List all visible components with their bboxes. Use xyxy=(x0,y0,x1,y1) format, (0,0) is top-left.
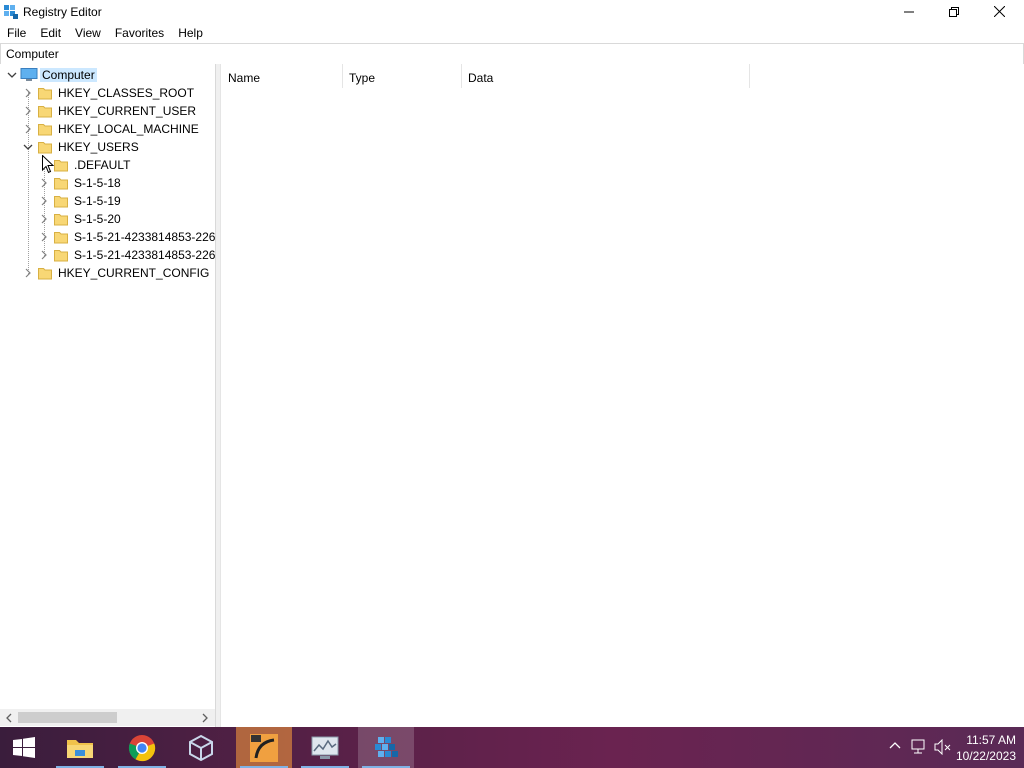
column-header-label: Type xyxy=(349,71,376,85)
menu-bar: File Edit View Favorites Help xyxy=(0,23,1024,43)
tree-item-label: S-1-5-20 xyxy=(74,212,121,226)
window-title: Registry Editor xyxy=(23,5,102,19)
chevron-up-icon[interactable] xyxy=(888,739,902,753)
chrome-icon xyxy=(128,734,156,761)
tree-item-s-1-5-21-b[interactable]: S-1-5-21-4233814853-2264 xyxy=(0,246,215,264)
restore-icon xyxy=(949,6,959,17)
scroll-thumb[interactable] xyxy=(18,712,117,723)
menu-favorites[interactable]: Favorites xyxy=(108,23,171,43)
chevron-right-icon[interactable] xyxy=(22,267,34,279)
restore-button[interactable] xyxy=(931,0,977,23)
tree-pane[interactable]: Computer HKEY_CLASSES_ROOT HKEY_CURRENT_… xyxy=(0,64,216,727)
taskbar-app64[interactable] xyxy=(236,727,292,768)
column-header-type[interactable]: Type xyxy=(342,64,462,88)
column-header-data[interactable]: Data xyxy=(461,64,750,88)
address-text: Computer xyxy=(6,47,59,61)
column-header-name[interactable]: Name xyxy=(221,64,343,88)
values-list-pane[interactable]: Name Type Data xyxy=(220,64,1024,727)
column-header-label: Data xyxy=(468,71,494,85)
tree-item-label: HKEY_USERS xyxy=(58,140,139,154)
tree-item-label: HKEY_CURRENT_CONFIG xyxy=(58,266,210,280)
folder-icon xyxy=(38,88,52,100)
column-header-label: Name xyxy=(228,71,261,85)
address-bar[interactable]: Computer xyxy=(0,43,1024,65)
folder-icon xyxy=(54,178,68,190)
file-explorer-icon xyxy=(67,739,93,758)
start-button[interactable] xyxy=(0,727,48,768)
tree-item-default[interactable]: .DEFAULT xyxy=(0,156,215,174)
chevron-right-icon[interactable] xyxy=(38,177,50,189)
folder-icon xyxy=(54,214,68,226)
tree-item-hkey-local-machine[interactable]: HKEY_LOCAL_MACHINE xyxy=(0,120,215,138)
chevron-right-icon[interactable] xyxy=(22,123,34,135)
folder-icon xyxy=(38,124,52,136)
close-button[interactable] xyxy=(976,0,1022,23)
folder-icon xyxy=(54,232,68,244)
minimize-icon xyxy=(904,11,914,12)
tree-horizontal-scrollbar[interactable] xyxy=(0,709,215,726)
volume-muted-icon[interactable] xyxy=(934,739,952,755)
app64-icon xyxy=(250,733,278,762)
tree-item-s-1-5-18[interactable]: S-1-5-18 xyxy=(0,174,215,192)
start-icon xyxy=(13,736,35,758)
menu-help[interactable]: Help xyxy=(171,23,210,43)
folder-icon xyxy=(54,196,68,208)
tree-item-hkey-current-user[interactable]: HKEY_CURRENT_USER xyxy=(0,102,215,120)
registry-icon xyxy=(4,5,18,19)
taskbar: 11:57 AM 10/22/2023 xyxy=(0,727,1024,768)
chevron-right-icon[interactable] xyxy=(38,195,50,207)
system-clock[interactable]: 11:57 AM 10/22/2023 xyxy=(956,732,1016,764)
chevron-right-icon[interactable] xyxy=(38,249,50,261)
tree-item-hkey-users[interactable]: HKEY_USERS xyxy=(0,138,215,156)
folder-icon xyxy=(38,142,52,154)
tree-item-hkey-classes-root[interactable]: HKEY_CLASSES_ROOT xyxy=(0,84,215,102)
network-icon[interactable] xyxy=(910,739,928,755)
menu-file[interactable]: File xyxy=(0,23,33,43)
clock-date: 10/22/2023 xyxy=(955,749,1016,763)
folder-icon xyxy=(54,250,68,262)
scroll-right-icon[interactable] xyxy=(199,712,211,724)
chevron-right-icon[interactable] xyxy=(38,231,50,243)
tree-item-label: S-1-5-21-4233814853-2264 xyxy=(74,230,216,244)
taskbar-monitor-app[interactable] xyxy=(297,727,353,768)
computer-icon xyxy=(20,68,38,81)
virtualbox-icon xyxy=(189,734,213,761)
tree-item-s-1-5-21-a[interactable]: S-1-5-21-4233814853-2264 xyxy=(0,228,215,246)
taskbar-virtualbox[interactable] xyxy=(173,727,229,768)
tree-item-s-1-5-20[interactable]: S-1-5-20 xyxy=(0,210,215,228)
folder-icon xyxy=(38,268,52,280)
title-bar: Registry Editor xyxy=(0,0,1024,23)
chevron-right-icon[interactable] xyxy=(22,105,34,117)
chevron-down-icon[interactable] xyxy=(6,69,18,81)
clock-time: 11:57 AM xyxy=(966,733,1016,747)
tree-item-label: S-1-5-21-4233814853-2264 xyxy=(74,248,216,262)
tree-item-label: Computer xyxy=(40,68,97,82)
tree-item-label: S-1-5-19 xyxy=(74,194,121,208)
folder-icon xyxy=(54,160,68,172)
taskbar-file-explorer[interactable] xyxy=(52,727,108,768)
monitor-app-icon xyxy=(311,736,339,759)
scroll-left-icon[interactable] xyxy=(3,712,15,724)
tree-item-label: S-1-5-18 xyxy=(74,176,121,190)
tree-item-s-1-5-19[interactable]: S-1-5-19 xyxy=(0,192,215,210)
tree-item-label: HKEY_CURRENT_USER xyxy=(58,104,197,118)
taskbar-registry-editor[interactable] xyxy=(358,727,414,768)
taskbar-chrome[interactable] xyxy=(114,727,170,768)
chevron-right-icon[interactable] xyxy=(22,87,34,99)
tree-item-computer[interactable]: Computer xyxy=(0,66,215,84)
tree-item-label: HKEY_LOCAL_MACHINE xyxy=(58,122,199,136)
chevron-right-icon[interactable] xyxy=(38,213,50,225)
folder-icon xyxy=(38,106,52,118)
menu-edit[interactable]: Edit xyxy=(33,23,68,43)
chevron-down-icon[interactable] xyxy=(22,141,34,153)
mouse-cursor-icon xyxy=(42,155,54,174)
tree-item-label: .DEFAULT xyxy=(74,158,131,172)
menu-view[interactable]: View xyxy=(68,23,108,43)
registry-editor-icon xyxy=(375,736,398,757)
minimize-button[interactable] xyxy=(886,0,932,23)
close-icon xyxy=(993,6,1005,17)
tree-item-hkey-current-config[interactable]: HKEY_CURRENT_CONFIG xyxy=(0,264,215,282)
tree-item-label: HKEY_CLASSES_ROOT xyxy=(58,86,195,100)
